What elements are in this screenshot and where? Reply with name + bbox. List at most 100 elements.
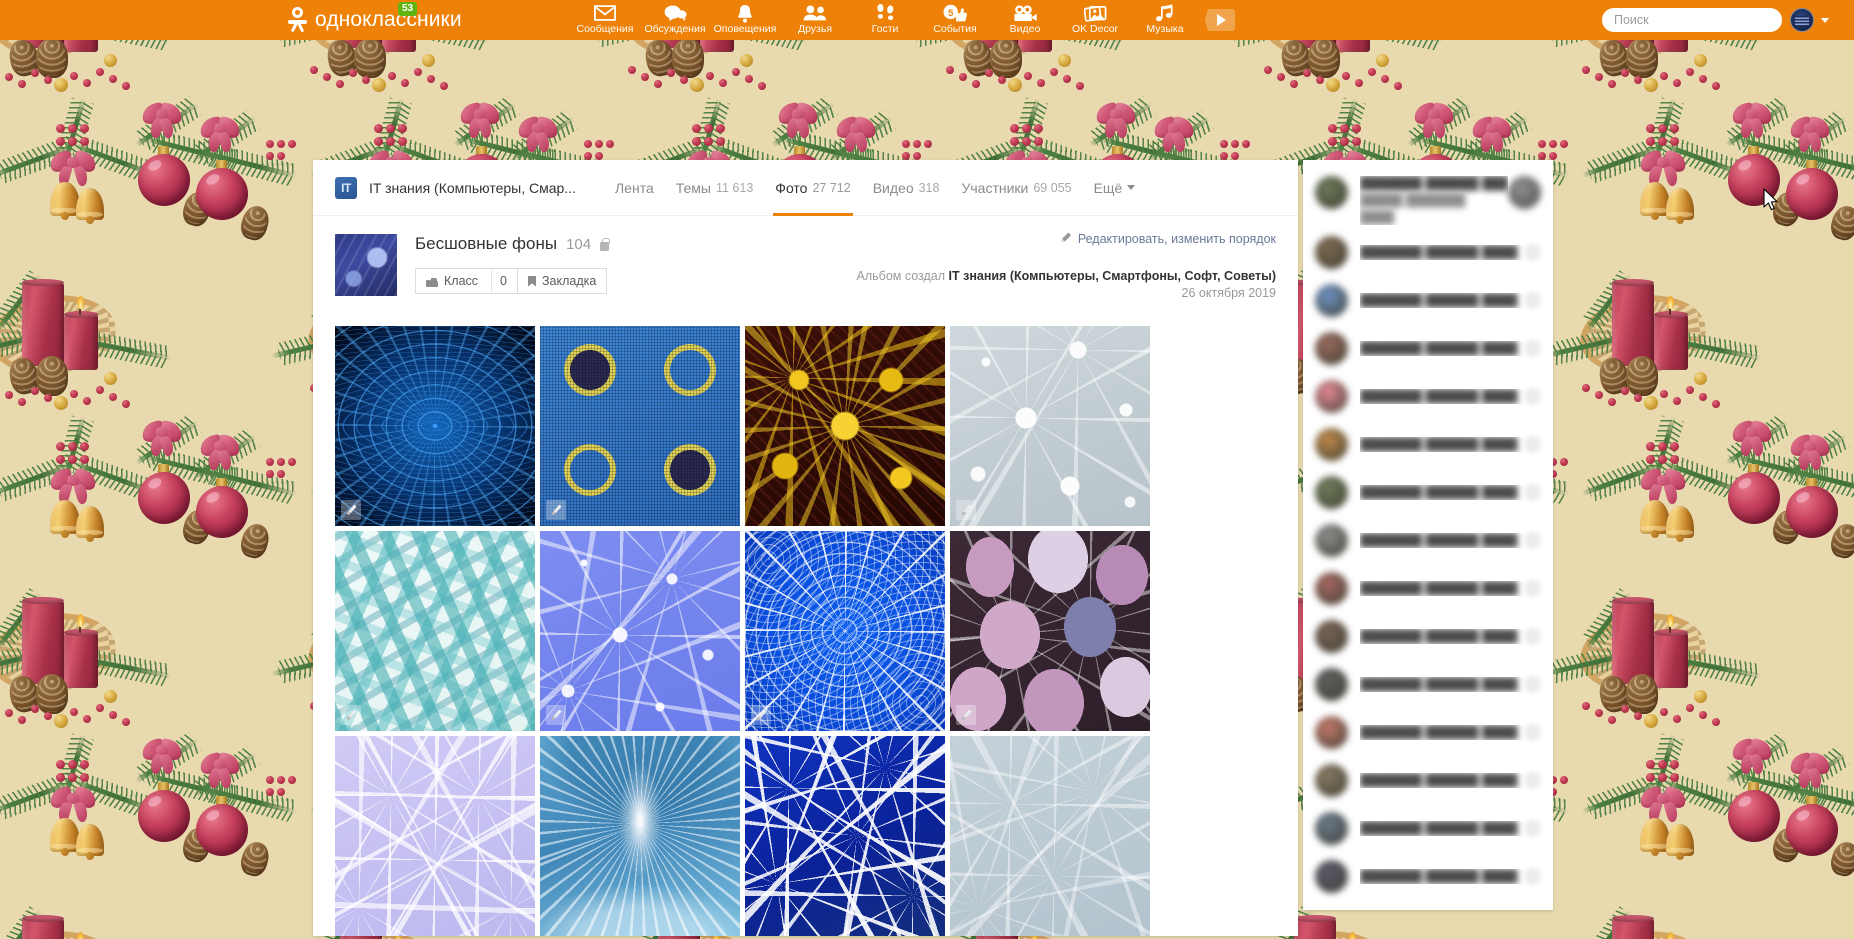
- user-avatar[interactable]: [1790, 8, 1814, 32]
- sidebar-list-item[interactable]: ███████ ██████ ████: [1303, 420, 1553, 468]
- sidebar-avatar[interactable]: [1315, 715, 1348, 749]
- photo-tile[interactable]: [745, 531, 945, 731]
- album-cover-thumbnail[interactable]: [335, 234, 397, 296]
- group-avatar-icon[interactable]: IT: [335, 176, 357, 199]
- sidebar-action-icon[interactable]: [1524, 723, 1541, 741]
- pinecone: [36, 356, 68, 396]
- group-tab-3[interactable]: Видео 318: [862, 160, 951, 216]
- photo-edit-pencil-icon[interactable]: [751, 705, 771, 725]
- group-tab-4[interactable]: Участники 69 055: [950, 160, 1082, 216]
- photo-tile[interactable]: [950, 736, 1150, 936]
- photo-tile[interactable]: [540, 531, 740, 731]
- nav-item-footprints[interactable]: Гости: [850, 0, 920, 40]
- sidebar-action-icon[interactable]: [1524, 291, 1541, 309]
- nav-item-events-thumb[interactable]: 5 События: [920, 0, 990, 40]
- photo-tile[interactable]: [950, 326, 1150, 526]
- nav-item-music-note[interactable]: Музыка: [1130, 0, 1200, 40]
- photo-edit-pencil-icon[interactable]: [341, 500, 361, 520]
- photo-edit-pencil-icon[interactable]: [956, 500, 976, 520]
- search-input[interactable]: [1614, 13, 1775, 27]
- sidebar-list-item[interactable]: ███████ ██████ ████: [1303, 516, 1553, 564]
- sidebar-avatar[interactable]: [1315, 283, 1348, 317]
- photo-tile[interactable]: [335, 326, 535, 526]
- live-play-button[interactable]: [1200, 0, 1240, 40]
- sidebar-list-item[interactable]: ███████ ██████ ████: [1303, 852, 1553, 900]
- sidebar-action-icon[interactable]: [1524, 675, 1541, 693]
- photo-tile[interactable]: [335, 736, 535, 936]
- nav-item-video-camera[interactable]: Видео: [990, 0, 1060, 40]
- photo-tile[interactable]: [950, 531, 1150, 731]
- sidebar-action-icon[interactable]: [1524, 867, 1541, 885]
- sidebar-action-icon[interactable]: [1524, 387, 1541, 405]
- sidebar-list-item[interactable]: ███████ ██████ ████: [1303, 612, 1553, 660]
- nav-item-label: OK Decor: [1071, 23, 1119, 35]
- sidebar-avatar[interactable]: [1315, 235, 1348, 269]
- group-tab-0[interactable]: Лента: [604, 160, 665, 216]
- sidebar-action-icon[interactable]: [1524, 435, 1541, 453]
- photo-edit-pencil-icon[interactable]: [546, 500, 566, 520]
- group-tab-2[interactable]: Фото 27 712: [764, 160, 861, 216]
- sidebar-avatar[interactable]: [1315, 571, 1348, 605]
- photo-tile[interactable]: [745, 326, 945, 526]
- sidebar-avatar[interactable]: [1315, 427, 1348, 461]
- sidebar-avatar[interactable]: [1315, 667, 1348, 701]
- sidebar-action-icon[interactable]: [1524, 771, 1541, 789]
- chevron-down-icon[interactable]: [1821, 18, 1829, 23]
- sidebar-list-item[interactable]: ███████ ██████ ████: [1303, 468, 1553, 516]
- sidebar-list-item[interactable]: ███████ ██████ ████ █████ ███████ ████: [1303, 166, 1553, 228]
- photo-edit-pencil-icon[interactable]: [956, 705, 976, 725]
- sidebar-list-item[interactable]: ███████ ██████ ████: [1303, 804, 1553, 852]
- group-name[interactable]: IT знания (Компьютеры, Смар...: [369, 180, 576, 196]
- edit-reorder-link[interactable]: Редактировать, изменить порядок: [1060, 232, 1276, 246]
- sidebar-avatar[interactable]: [1315, 176, 1348, 209]
- sidebar-action-icon[interactable]: [1524, 531, 1541, 549]
- nav-item-friends[interactable]: Друзья: [780, 0, 850, 40]
- sidebar-avatar[interactable]: [1315, 859, 1348, 893]
- nav-item-bell[interactable]: Оповещения: [710, 0, 780, 40]
- nav-item-envelope[interactable]: Сообщения: [570, 0, 640, 40]
- sidebar-list-item[interactable]: ███████ ██████ ████: [1303, 756, 1553, 804]
- sidebar-list-item[interactable]: ███████ ██████ ████: [1303, 708, 1553, 756]
- sidebar-list-item[interactable]: ███████ ██████ ████: [1303, 660, 1553, 708]
- sidebar-list-item[interactable]: ███████ ██████ ████: [1303, 372, 1553, 420]
- odnoklassniki-logo[interactable]: одноклассники 53: [288, 0, 462, 40]
- sidebar-list-item[interactable]: ███████ ██████ ████: [1303, 564, 1553, 612]
- red-berry: [1673, 79, 1681, 87]
- group-tab-1[interactable]: Темы 11 613: [665, 160, 765, 216]
- sidebar-list-item[interactable]: ███████ ██████ ████: [1303, 228, 1553, 276]
- album-author-link[interactable]: IT знания (Компьютеры, Смартфоны, Софт, …: [949, 269, 1276, 283]
- photo-tile[interactable]: [745, 736, 945, 936]
- sidebar-avatar[interactable]: [1315, 379, 1348, 413]
- like-button[interactable]: Класс 0: [415, 268, 518, 294]
- sidebar-avatar[interactable]: [1315, 619, 1348, 653]
- red-berry: [998, 76, 1006, 84]
- sidebar-action-icon[interactable]: [1524, 339, 1541, 357]
- bookmark-button[interactable]: Закладка: [516, 268, 608, 294]
- photo-tile[interactable]: [540, 326, 740, 526]
- sidebar-list-item[interactable]: ███████ ██████ ████: [1303, 324, 1553, 372]
- photo-grid: [313, 310, 1298, 936]
- sidebar-avatar[interactable]: [1315, 523, 1348, 557]
- sidebar-avatar[interactable]: [1315, 475, 1348, 509]
- red-berry: [1699, 393, 1707, 401]
- photo-edit-pencil-icon[interactable]: [341, 705, 361, 725]
- photo-tile[interactable]: [540, 736, 740, 936]
- photo-edit-pencil-icon[interactable]: [546, 705, 566, 725]
- sidebar-action-icon[interactable]: [1524, 627, 1541, 645]
- search-box[interactable]: [1602, 8, 1782, 32]
- ornament-decoration: [1782, 432, 1854, 572]
- sidebar-avatar[interactable]: [1315, 331, 1348, 365]
- sidebar-avatar[interactable]: [1315, 763, 1348, 797]
- sidebar-action-icon[interactable]: [1524, 819, 1541, 837]
- sidebar-list-item[interactable]: ███████ ██████ ████: [1303, 276, 1553, 324]
- main-nav-items: Сообщения Обсуждения Оповещения Друзья Гости…: [570, 0, 1240, 40]
- sidebar-action-icon[interactable]: [1524, 483, 1541, 501]
- sidebar-action-icon[interactable]: [1524, 579, 1541, 597]
- nav-item-chat-bubbles[interactable]: Обсуждения: [640, 0, 710, 40]
- group-tab-5[interactable]: Ещё: [1083, 160, 1147, 216]
- sidebar-secondary-avatar[interactable]: [1508, 176, 1541, 209]
- nav-item-photos[interactable]: OK Decor: [1060, 0, 1130, 40]
- sidebar-action-icon[interactable]: [1524, 243, 1541, 261]
- photo-tile[interactable]: [335, 531, 535, 731]
- sidebar-avatar[interactable]: [1315, 811, 1348, 845]
